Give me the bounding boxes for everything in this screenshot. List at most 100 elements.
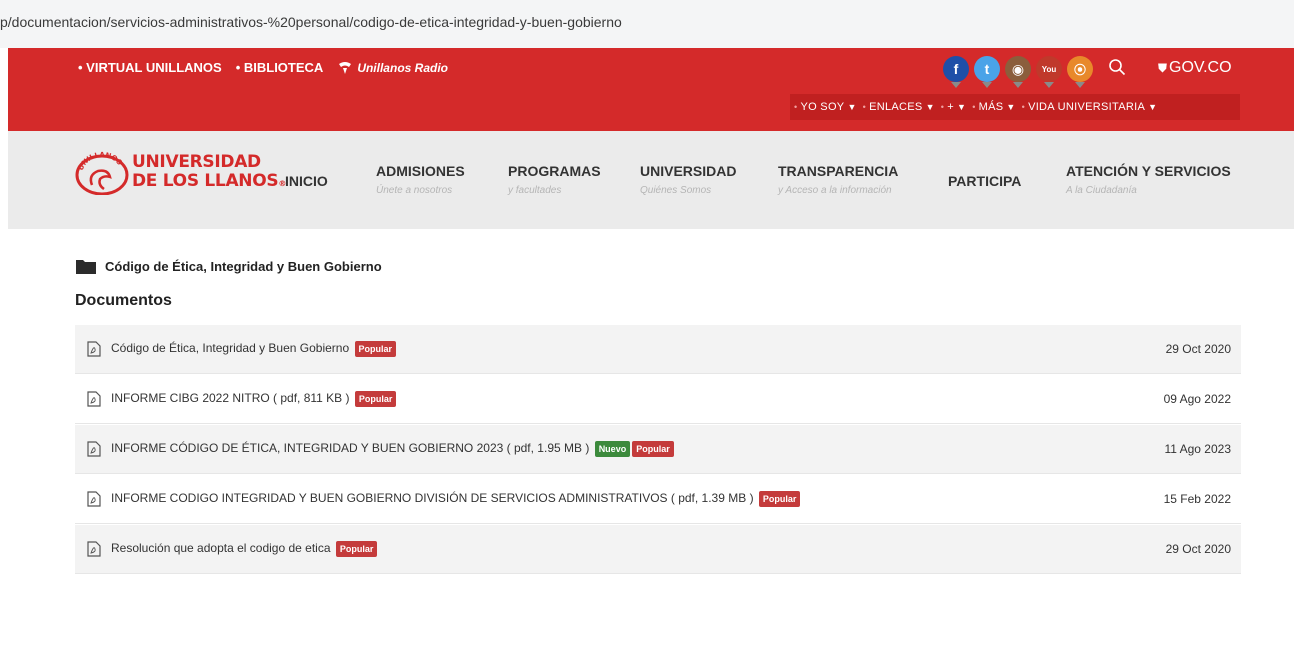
search-icon[interactable] (1108, 58, 1126, 76)
unillanos-radio-link[interactable]: Unillanos Radio (337, 61, 448, 75)
subnav-label: MÁS (978, 101, 1004, 113)
university-logo[interactable]: UNILLANOS UNIVERSIDAD DE LOS LLANOS® (74, 151, 286, 195)
nav-subtitle: Quiénes Somos (640, 185, 712, 196)
instagram-icon[interactable]: ◉ (1005, 56, 1031, 88)
caret-down-icon: ▼ (847, 102, 857, 112)
popular-badge: Popular (758, 491, 801, 507)
subnav-mas[interactable]: • MÁS ▼ (972, 101, 1015, 113)
nav-title: UNIVERSIDAD (640, 163, 737, 179)
document-link[interactable]: INFORME CODIGO INTEGRIDAD Y BUEN GOBIERN… (111, 491, 801, 507)
nav-transparencia[interactable]: TRANSPARENCIA y Acceso a la información (778, 163, 898, 196)
nav-participa[interactable]: PARTICIPA (948, 173, 1021, 189)
logo-text: UNIVERSIDAD DE LOS LLANOS® (132, 152, 287, 191)
social-links: f t ◉ You ⦿ (943, 56, 1093, 88)
nav-programas[interactable]: PROGRAMAS y facultades (508, 163, 601, 196)
caret-down-icon: ▼ (956, 102, 967, 112)
subnav-label: YO SOY (800, 101, 845, 113)
subnav-label: + (947, 101, 954, 113)
url-text[interactable]: p/documentacion/servicios-administrativo… (0, 14, 622, 30)
subnav-plus[interactable]: • + ▼ (941, 101, 966, 113)
twitter-icon[interactable]: t (974, 56, 1000, 88)
pdf-file-icon (87, 441, 101, 457)
document-date: 09 Ago 2022 (1163, 392, 1231, 406)
subnav-yo-soy[interactable]: • YO SOY ▼ (794, 101, 857, 113)
nav-admisiones[interactable]: ADMISIONES Únete a nosotros (376, 163, 465, 196)
nav-title: PARTICIPA (948, 173, 1022, 189)
list-item: INFORME CIBG 2022 NITRO ( pdf, 811 KB ) … (75, 375, 1241, 424)
nav-title: TRANSPARENCIA (778, 163, 899, 179)
document-link[interactable]: INFORME CÓDIGO DE ÉTICA, INTEGRIDAD Y BU… (111, 441, 674, 457)
gov-label: GOV.CO (1169, 59, 1232, 76)
logo-seal-icon: UNILLANOS (75, 151, 129, 195)
document-link[interactable]: Código de Ética, Integridad y Buen Gobie… (111, 341, 397, 357)
document-list: Código de Ética, Integridad y Buen Gobie… (75, 325, 1241, 575)
nav-subtitle: A la Ciudadanía (1066, 185, 1137, 196)
virtual-unillanos-link[interactable]: • VIRTUAL UNILLANOS (78, 60, 222, 75)
document-title: INFORME CIBG 2022 NITRO ( pdf, 811 KB ) (111, 391, 350, 406)
folder-icon (76, 260, 96, 274)
caret-down-icon: ▼ (1148, 102, 1158, 112)
document-title: INFORME CÓDIGO DE ÉTICA, INTEGRIDAD Y BU… (111, 441, 590, 456)
document-date: 11 Ago 2023 (1164, 442, 1231, 456)
list-item: Código de Ética, Integridad y Buen Gobie… (75, 325, 1241, 374)
pdf-file-icon (87, 491, 101, 507)
subnav-vida-universitaria[interactable]: • VIDA UNIVERSITARIA ▼ (1022, 101, 1158, 113)
document-title: INFORME CODIGO INTEGRIDAD Y BUEN GOBIERN… (111, 491, 754, 506)
youtube-icon[interactable]: You (1036, 56, 1062, 88)
caret-down-icon: ▼ (925, 102, 935, 112)
category-header: Código de Ética, Integridad y Buen Gobie… (75, 257, 382, 275)
caret-down-icon: ▼ (1006, 102, 1016, 112)
nav-title: PROGRAMAS (508, 163, 601, 179)
address-bar[interactable]: p/documentacion/servicios-administrativo… (0, 0, 1294, 48)
list-item: Resolución que adopta el codigo de etica… (75, 525, 1241, 574)
nav-subtitle: Únete a nosotros (376, 185, 453, 196)
logo-line-2: DE LOS LLANOS (132, 171, 279, 191)
nav-subtitle: y Acceso a la información (778, 185, 892, 196)
pdf-file-icon (87, 391, 101, 407)
biblioteca-link[interactable]: • BIBLIOTECA (236, 60, 324, 75)
main-nav: UNILLANOS UNIVERSIDAD DE LOS LLANOS® INI… (8, 131, 1294, 229)
popular-badge: Popular (354, 391, 397, 407)
subnav-label: VIDA UNIVERSITARIA (1028, 101, 1146, 113)
secondary-nav: • YO SOY ▼ • ENLACES ▼ • + ▼ • MÁS ▼ • VIDA UNIVE… (790, 94, 1240, 120)
list-item: INFORME CÓDIGO DE ÉTICA, INTEGRIDAD Y BU… (75, 425, 1241, 474)
pdf-file-icon (87, 341, 101, 357)
top-links: • VIRTUAL UNILLANOS • BIBLIOTECA Unillan… (78, 60, 448, 75)
nav-subtitle: y facultades (508, 185, 562, 196)
bullet-icon: • (972, 102, 976, 112)
document-title: Resolución que adopta el codigo de etica (111, 541, 331, 556)
subnav-enlaces[interactable]: • ENLACES ▼ (863, 101, 935, 113)
nav-universidad[interactable]: UNIVERSIDAD Quiénes Somos (640, 163, 736, 196)
subnav-label: ENLACES (869, 101, 923, 113)
svg-text:UNILLANOS: UNILLANOS (77, 151, 124, 172)
nav-title: INICIO (285, 173, 328, 189)
list-item: INFORME CODIGO INTEGRIDAD Y BUEN GOBIERN… (75, 475, 1241, 524)
document-date: 15 Feb 2022 (1163, 492, 1231, 506)
logo-line-1: UNIVERSIDAD (132, 152, 261, 172)
nav-title: ADMISIONES (376, 163, 465, 179)
gov-co-link[interactable]: ⛊ GOV.CO (1158, 59, 1232, 77)
radio-logo-icon (339, 61, 352, 74)
document-link[interactable]: Resolución que adopta el codigo de etica… (111, 541, 378, 557)
popular-badge: Popular (632, 441, 674, 457)
bullet-icon: • (862, 102, 867, 112)
pdf-file-icon (87, 541, 101, 557)
document-link[interactable]: INFORME CIBG 2022 NITRO ( pdf, 811 KB ) … (111, 391, 397, 407)
document-date: 29 Oct 2020 (1165, 342, 1231, 356)
popular-badge: Popular (335, 541, 378, 557)
nav-inicio[interactable]: INICIO (285, 173, 328, 189)
bullet-icon: • (794, 102, 798, 112)
nav-atencion-servicios[interactable]: ATENCIÓN Y SERVICIOS A la Ciudadanía (1066, 163, 1231, 196)
bullet-icon: • (1021, 102, 1026, 112)
top-bar: • VIRTUAL UNILLANOS • BIBLIOTECA Unillan… (8, 48, 1294, 131)
radio-label: Unillanos Radio (357, 60, 448, 75)
nav-title: ATENCIÓN Y SERVICIOS (1066, 163, 1231, 179)
bullet-icon: • (940, 102, 945, 112)
popular-badge: Popular (354, 341, 397, 357)
new-badge: Nuevo (594, 441, 631, 457)
document-title: Código de Ética, Integridad y Buen Gobie… (111, 341, 350, 356)
rss-icon[interactable]: ⦿ (1067, 56, 1093, 88)
facebook-icon[interactable]: f (943, 56, 969, 88)
document-date: 29 Oct 2020 (1165, 542, 1231, 556)
main-content: Código de Ética, Integridad y Buen Gobie… (0, 229, 1294, 667)
